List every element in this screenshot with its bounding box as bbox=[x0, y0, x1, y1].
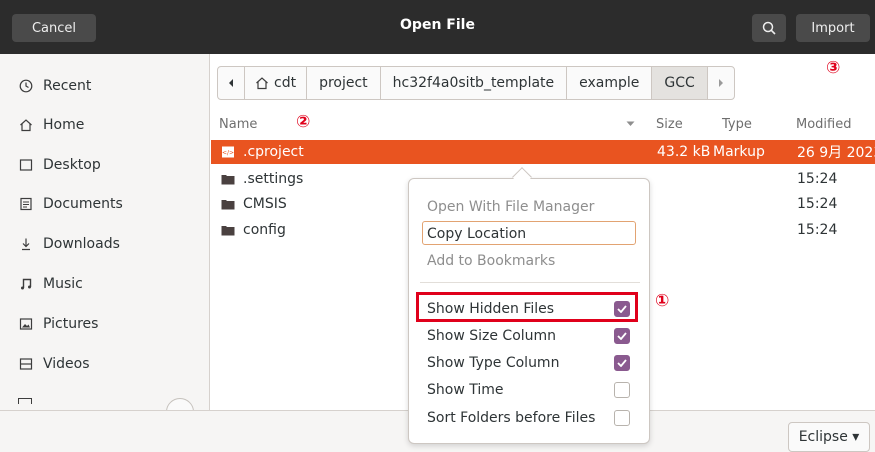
file-modified: 15:24 bbox=[797, 171, 838, 187]
annotation-2: ② bbox=[296, 112, 311, 132]
path-segment-example[interactable]: example bbox=[567, 67, 653, 99]
magnifier-icon bbox=[762, 21, 776, 35]
path-forward-button[interactable] bbox=[708, 67, 734, 99]
column-header-type[interactable]: Type bbox=[722, 112, 752, 136]
sidebar-item-label: Pictures bbox=[43, 316, 99, 332]
sidebar-item-label: Documents bbox=[43, 196, 123, 212]
sort-down-icon bbox=[626, 112, 635, 136]
menu-show-type-column[interactable]: Show Type Column bbox=[427, 351, 559, 375]
file-type-filter[interactable]: Eclipse ▾ bbox=[788, 422, 870, 452]
column-header-size[interactable]: Size bbox=[656, 112, 683, 136]
file-size: 43.2 kB bbox=[657, 144, 711, 160]
path-segment-template[interactable]: hc32f4a0sitb_template bbox=[381, 67, 568, 99]
file-type: Markup bbox=[713, 144, 765, 160]
annotation-1: ① bbox=[655, 291, 670, 311]
menu-show-time[interactable]: Show Time bbox=[427, 378, 504, 402]
file-row[interactable]: </> .cproject 43.2 kB Markup 26 9月 2023 bbox=[211, 140, 875, 164]
menu-separator bbox=[420, 282, 640, 283]
header-bar: Cancel Open File Import bbox=[0, 0, 875, 54]
home-icon bbox=[256, 77, 268, 90]
checkmark-icon bbox=[617, 332, 627, 340]
show-size-checkbox[interactable] bbox=[614, 328, 630, 344]
folder-icon bbox=[221, 175, 235, 185]
focus-outline bbox=[422, 221, 636, 245]
sidebar-item-pictures[interactable]: Pictures bbox=[18, 312, 98, 336]
places-sidebar: Recent Home Desktop Documents Downloads … bbox=[0, 54, 210, 410]
import-button[interactable]: Import bbox=[796, 14, 870, 42]
path-segment-project[interactable]: project bbox=[307, 67, 381, 99]
dialog-title: Open File bbox=[400, 17, 475, 33]
file-name: .settings bbox=[243, 171, 304, 187]
sidebar-item-label: Home bbox=[43, 117, 85, 133]
sidebar-item-label: Music bbox=[43, 276, 83, 292]
file-name: .cproject bbox=[243, 144, 304, 160]
svg-text:</>: </> bbox=[222, 150, 234, 157]
desktop-icon bbox=[18, 157, 34, 173]
path-segment-cdt[interactable]: cdt bbox=[245, 67, 308, 99]
file-modified: 15:24 bbox=[797, 196, 838, 212]
sidebar-item-music[interactable]: Music bbox=[18, 272, 83, 296]
sidebar-scroll-handle[interactable] bbox=[166, 398, 194, 410]
picture-icon bbox=[18, 316, 34, 332]
file-modified: 15:24 bbox=[797, 222, 838, 238]
sort-folders-checkbox[interactable] bbox=[614, 410, 630, 426]
home-icon bbox=[18, 117, 34, 133]
search-button[interactable] bbox=[752, 14, 786, 42]
file-modified: 26 9月 2023 bbox=[797, 145, 875, 161]
download-icon bbox=[18, 236, 34, 252]
sidebar-item-recent[interactable]: Recent bbox=[18, 74, 91, 98]
file-name: config bbox=[243, 222, 286, 238]
chevron-left-icon bbox=[229, 79, 233, 87]
markup-file-icon: </> bbox=[222, 146, 234, 158]
checkmark-icon bbox=[617, 359, 627, 367]
music-icon bbox=[18, 276, 34, 292]
highlight-box bbox=[416, 292, 638, 322]
show-type-checkbox[interactable] bbox=[614, 355, 630, 371]
path-segment-label: cdt bbox=[274, 75, 297, 91]
file-name: CMSIS bbox=[243, 196, 287, 212]
sidebar-item-videos[interactable]: Videos bbox=[18, 352, 90, 376]
path-bar: cdt project hc32f4a0sitb_template exampl… bbox=[217, 66, 735, 100]
menu-sort-folders-before-files[interactable]: Sort Folders before Files bbox=[427, 406, 595, 430]
sidebar-item-label: Desktop bbox=[43, 157, 101, 173]
menu-open-with-file-manager[interactable]: Open With File Manager bbox=[427, 195, 594, 219]
document-icon bbox=[18, 196, 34, 212]
annotation-3: ③ bbox=[826, 58, 841, 78]
video-icon bbox=[18, 356, 34, 372]
menu-show-size-column[interactable]: Show Size Column bbox=[427, 324, 556, 348]
menu-add-to-bookmarks[interactable]: Add to Bookmarks bbox=[427, 249, 555, 273]
sidebar-item-home[interactable]: Home bbox=[18, 113, 84, 137]
path-segment-gcc[interactable]: GCC bbox=[652, 67, 708, 99]
chevron-right-icon bbox=[718, 79, 723, 87]
clock-icon bbox=[18, 78, 34, 94]
sidebar-item-label: Videos bbox=[43, 356, 90, 372]
folder-icon bbox=[221, 226, 235, 236]
path-back-button[interactable] bbox=[218, 67, 245, 99]
show-time-checkbox[interactable] bbox=[614, 382, 630, 398]
sidebar-item-desktop[interactable]: Desktop bbox=[18, 153, 101, 177]
sidebar-item-documents[interactable]: Documents bbox=[18, 192, 123, 216]
folder-icon bbox=[221, 200, 235, 210]
column-header-name[interactable]: Name bbox=[219, 112, 257, 136]
sidebar-item-label: Downloads bbox=[43, 236, 120, 252]
sidebar-item-label: Recent bbox=[43, 78, 92, 94]
sidebar-item-downloads[interactable]: Downloads bbox=[18, 232, 120, 256]
column-header-modified[interactable]: Modified bbox=[796, 112, 851, 136]
other-locations-icon bbox=[18, 398, 32, 404]
